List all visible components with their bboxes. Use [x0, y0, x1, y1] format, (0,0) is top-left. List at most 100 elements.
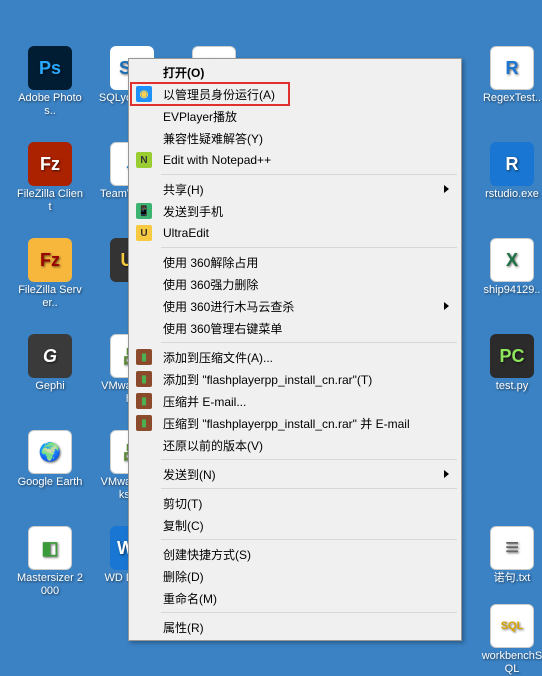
desktop-icon-label: workbenchSQL [476, 650, 542, 676]
menu-item-label: 剪切(T) [163, 495, 202, 512]
app-icon: R [490, 142, 534, 186]
context-menu-item[interactable]: 属性(R) [131, 616, 459, 638]
context-menu-item[interactable]: 还原以前的版本(V) [131, 434, 459, 456]
desktop-icon-label: Google Earth [14, 476, 86, 489]
menu-item-label: 添加到 "flashplayerpp_install_cn.rar"(T) [163, 371, 372, 388]
menu-item-label: 使用 360进行木马云查杀 [163, 298, 294, 315]
menu-item-label: 重命名(M) [163, 590, 217, 607]
menu-item-label: 复制(C) [163, 517, 204, 534]
menu-item-icon: ▮ [136, 371, 152, 387]
context-menu-item[interactable]: 共享(H) [131, 178, 459, 200]
context-menu-item[interactable]: 创建快捷方式(S) [131, 543, 459, 565]
menu-item-label: 以管理员身份运行(A) [163, 86, 275, 103]
context-menu-separator [161, 488, 457, 489]
context-menu-separator [161, 539, 457, 540]
context-menu: 打开(O) ◉ 以管理员身份运行(A) EVPlayer播放兼容性疑难解答(Y) N Ed… [128, 58, 462, 641]
app-icon: ◧ [28, 526, 72, 570]
desktop-icon[interactable]: R RegexTest.. [476, 46, 542, 105]
menu-item-label: 兼容性疑难解答(Y) [163, 130, 263, 147]
menu-item-icon: ▮ [136, 415, 152, 431]
app-icon: SQL [490, 604, 534, 648]
context-menu-item[interactable]: N Edit with Notepad++ [131, 149, 459, 171]
menu-item-label: 发送到(N) [163, 466, 216, 483]
context-menu-separator [161, 612, 457, 613]
desktop-icon[interactable]: Xship94129.. [476, 238, 542, 297]
app-icon: R [490, 46, 534, 90]
desktop-icon[interactable]: Rrstudio.exe [476, 142, 542, 201]
app-icon: PC [490, 334, 534, 378]
context-menu-item[interactable]: ◉ 以管理员身份运行(A) [131, 83, 459, 105]
menu-item-label: 发送到手机 [163, 203, 223, 220]
desktop-icon-label: ship94129.. [476, 284, 542, 297]
menu-item-label: 压缩到 "flashplayerpp_install_cn.rar" 并 E-m… [163, 415, 410, 432]
context-menu-item[interactable]: ▮ 添加到 "flashplayerpp_install_cn.rar"(T) [131, 368, 459, 390]
menu-item-label: 使用 360管理右键菜单 [163, 320, 282, 337]
desktop-icon[interactable]: GGephi [14, 334, 86, 393]
desktop-icon[interactable]: ◧Mastersizer 2000 [14, 526, 86, 598]
menu-item-label: 属性(R) [163, 619, 204, 636]
desktop-icon-label: test.py [476, 380, 542, 393]
chevron-right-icon [444, 185, 449, 193]
menu-item-icon: 📱 [136, 203, 152, 219]
context-menu-separator [161, 459, 457, 460]
desktop-icon[interactable]: FzFileZilla Server.. [14, 238, 86, 310]
desktop-icon-label: 诺句.txt [476, 572, 542, 585]
app-icon: Ps [28, 46, 72, 90]
desktop-icon-label: rstudio.exe [476, 188, 542, 201]
context-menu-item[interactable]: 重命名(M) [131, 587, 459, 609]
menu-item-label: 打开(O) [163, 64, 204, 81]
menu-item-label: UltraEdit [163, 226, 209, 240]
context-menu-item[interactable]: U UltraEdit [131, 222, 459, 244]
menu-item-icon: ◉ [136, 86, 152, 102]
menu-item-label: 还原以前的版本(V) [163, 437, 263, 454]
menu-item-label: 添加到压缩文件(A)... [163, 349, 273, 366]
desktop-icon-label: FileZilla Server.. [14, 284, 86, 310]
desktop-icon-label: Mastersizer 2000 [14, 572, 86, 598]
menu-item-icon: ▮ [136, 349, 152, 365]
desktop-icon[interactable]: 🌍 Google Earth [14, 430, 86, 489]
context-menu-separator [161, 174, 457, 175]
menu-item-label: EVPlayer播放 [163, 108, 237, 125]
context-menu-item[interactable]: ▮ 压缩到 "flashplayerpp_install_cn.rar" 并 E-… [131, 412, 459, 434]
context-menu-item[interactable]: ▮ 压缩并 E-mail... [131, 390, 459, 412]
app-icon: ≡ [490, 526, 534, 570]
context-menu-item[interactable]: 使用 360强力删除 [131, 273, 459, 295]
context-menu-item[interactable]: 复制(C) [131, 514, 459, 536]
menu-item-icon: ▮ [136, 393, 152, 409]
desktop-icon-label: Adobe Photos.. [14, 92, 86, 118]
menu-item-label: 删除(D) [163, 568, 204, 585]
context-menu-item[interactable]: 使用 360解除占用 [131, 251, 459, 273]
menu-item-icon: N [136, 152, 152, 168]
app-icon: Fz [28, 238, 72, 282]
chevron-right-icon [444, 302, 449, 310]
context-menu-item[interactable]: 删除(D) [131, 565, 459, 587]
app-icon: Fz [28, 142, 72, 186]
context-menu-item[interactable]: 剪切(T) [131, 492, 459, 514]
context-menu-item[interactable]: 使用 360管理右键菜单 [131, 317, 459, 339]
desktop-icon[interactable]: ≡ 诺句.txt [476, 526, 542, 585]
app-icon: X [490, 238, 534, 282]
desktop[interactable]: PsAdobe Photos..SQSQLyog 64 bit🐧RRegexTe… [0, 0, 542, 666]
app-icon: 🌍 [28, 430, 72, 474]
context-menu-item[interactable]: 打开(O) [131, 61, 459, 83]
context-menu-item[interactable]: 📱 发送到手机 [131, 200, 459, 222]
chevron-right-icon [444, 470, 449, 478]
desktop-icon-label: Gephi [14, 380, 86, 393]
context-menu-separator [161, 247, 457, 248]
context-menu-item[interactable]: ▮ 添加到压缩文件(A)... [131, 346, 459, 368]
desktop-icon[interactable]: PC test.py [476, 334, 542, 393]
desktop-icon-label: FileZilla Client [14, 188, 86, 214]
menu-item-label: 使用 360解除占用 [163, 254, 258, 271]
desktop-icon-label: RegexTest.. [476, 92, 542, 105]
context-menu-item[interactable]: 使用 360进行木马云查杀 [131, 295, 459, 317]
menu-item-label: 共享(H) [163, 181, 204, 198]
menu-item-icon: U [136, 225, 152, 241]
context-menu-item[interactable]: 兼容性疑难解答(Y) [131, 127, 459, 149]
menu-item-label: 压缩并 E-mail... [163, 393, 246, 410]
context-menu-item[interactable]: 发送到(N) [131, 463, 459, 485]
menu-item-label: Edit with Notepad++ [163, 153, 271, 167]
desktop-icon[interactable]: PsAdobe Photos.. [14, 46, 86, 118]
context-menu-item[interactable]: EVPlayer播放 [131, 105, 459, 127]
desktop-icon[interactable]: FzFileZilla Client [14, 142, 86, 214]
desktop-icon[interactable]: SQLworkbenchSQL [476, 604, 542, 676]
